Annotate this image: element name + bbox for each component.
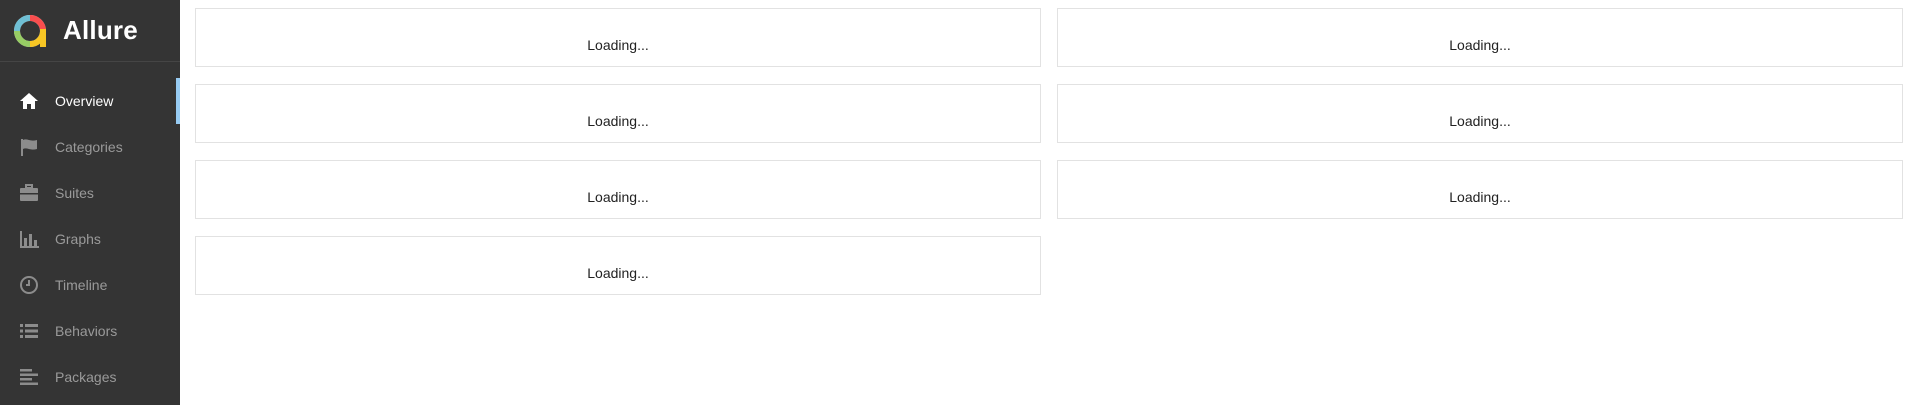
loading-text: Loading... [1449,189,1511,205]
sidebar-menu: Overview Categories Suites Graphs Timeli… [0,78,180,400]
sidebar-item-label: Graphs [55,231,101,247]
widget-loading: Loading... [1057,8,1903,67]
allure-logo-icon [14,14,46,47]
sidebar-item-label: Packages [55,369,117,385]
widget-loading: Loading... [1057,160,1903,219]
widget-loading: Loading... [195,8,1041,67]
widget-loading: Loading... [195,160,1041,219]
sidebar: Allure Overview Categories Suites Graphs [0,0,180,405]
clock-icon [18,274,40,296]
sidebar-item-categories[interactable]: Categories [0,124,180,170]
sidebar-item-behaviors[interactable]: Behaviors [0,308,180,354]
loading-text: Loading... [587,189,649,205]
loading-text: Loading... [587,265,649,281]
loading-text: Loading... [587,37,649,53]
bar-chart-icon [18,228,40,250]
sidebar-item-label: Suites [55,185,94,201]
sidebar-item-suites[interactable]: Suites [0,170,180,216]
home-icon [18,90,40,112]
loading-text: Loading... [1449,113,1511,129]
brand-title: Allure [63,15,138,45]
main-content: Loading... Loading... Loading... Loading… [180,0,1917,405]
widget-loading: Loading... [1057,84,1903,143]
widget-loading: Loading... [195,84,1041,143]
sidebar-item-label: Timeline [55,277,108,293]
widget-loading: Loading... [195,236,1041,295]
sidebar-item-packages[interactable]: Packages [0,354,180,400]
list-icon [18,320,40,342]
sidebar-item-overview[interactable]: Overview [0,78,180,124]
sidebar-item-label: Overview [55,93,114,109]
align-left-icon [18,366,40,388]
sidebar-item-timeline[interactable]: Timeline [0,262,180,308]
flag-icon [18,136,40,158]
sidebar-item-label: Behaviors [55,323,118,339]
brand-header[interactable]: Allure [0,0,180,62]
loading-text: Loading... [587,113,649,129]
sidebar-item-graphs[interactable]: Graphs [0,216,180,262]
sidebar-item-label: Categories [55,139,123,155]
briefcase-icon [18,182,40,204]
loading-text: Loading... [1449,37,1511,53]
